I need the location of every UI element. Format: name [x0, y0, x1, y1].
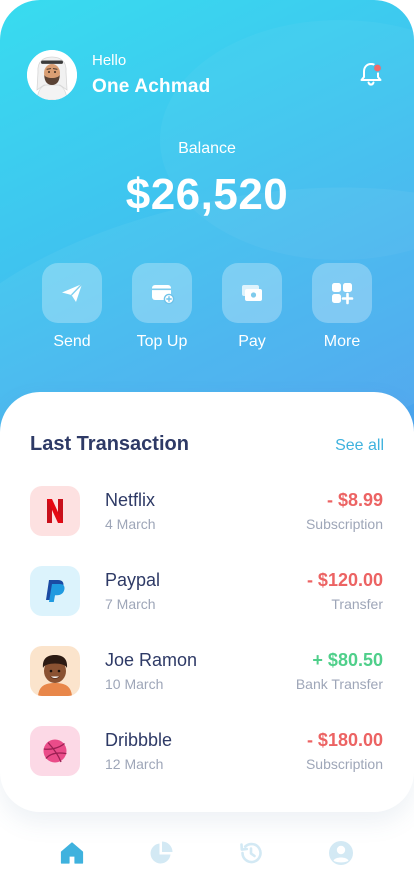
top-up-tile	[132, 263, 192, 323]
transactions-card: Last Transaction See all Netflix 4 March…	[0, 392, 414, 812]
bell-icon	[360, 63, 383, 86]
transaction-date: 7 March	[105, 596, 156, 612]
transaction-icon-box	[30, 566, 80, 616]
transaction-amount: - $180.00	[306, 730, 383, 750]
transaction-name: Paypal	[105, 570, 161, 590]
transaction-row-paypal[interactable]: Paypal 7 March - $120.00 Transfer	[0, 566, 414, 620]
top-up-label: Top Up	[136, 333, 188, 350]
more-tile	[312, 263, 372, 323]
grid-plus-icon	[332, 283, 354, 305]
more-button[interactable]: More	[312, 263, 372, 350]
transaction-date: 10 March	[105, 676, 164, 692]
transaction-type: Bank Transfer	[295, 676, 383, 692]
transaction-amount: + $80.50	[312, 650, 383, 670]
pay-tile	[222, 263, 282, 323]
cash-icon	[242, 285, 262, 301]
transaction-name: Joe Ramon	[105, 650, 198, 670]
nav-profile-button[interactable]	[326, 838, 356, 868]
pay-button[interactable]: Pay	[222, 263, 282, 350]
pie-chart-icon	[150, 841, 173, 864]
wallet-plus-icon	[152, 285, 175, 305]
pay-label: Pay	[238, 333, 266, 350]
transaction-icon-box	[30, 646, 80, 696]
transaction-amount: - $120.00	[306, 570, 383, 590]
see-all-link[interactable]: See all	[335, 437, 384, 455]
transaction-icon-box	[30, 726, 80, 776]
transaction-date: 12 March	[105, 756, 164, 772]
transaction-name: Dribbble	[105, 730, 173, 750]
transaction-row-dribbble[interactable]: Dribbble 12 March - $180.00 Subscription	[0, 726, 414, 780]
home-icon	[60, 842, 84, 864]
person-avatar-icon	[38, 655, 72, 696]
transaction-icon-box	[30, 486, 80, 536]
more-label: More	[323, 333, 361, 350]
transaction-amount: - $8.99	[326, 490, 383, 510]
netflix-logo-icon	[47, 499, 63, 523]
transaction-type: Subscription	[305, 516, 383, 532]
transaction-date: 4 March	[105, 516, 156, 532]
transaction-row-joe-ramon[interactable]: Joe Ramon 10 March + $80.50 Bank Transfe…	[0, 646, 414, 700]
balance-amount: $26,520	[125, 170, 289, 219]
send-label: Send	[53, 333, 91, 350]
app-screen: Hello One Achmad Balance $26,520 Send To…	[0, 0, 414, 896]
send-button[interactable]: Send	[42, 263, 102, 350]
balance-label: Balance	[178, 140, 236, 157]
profile-icon	[329, 841, 353, 865]
transaction-row-netflix[interactable]: Netflix 4 March - $8.99 Subscription	[0, 486, 414, 540]
transaction-type: Transfer	[331, 596, 383, 612]
transaction-name: Netflix	[105, 490, 156, 510]
notification-button[interactable]	[357, 60, 385, 88]
notification-dot	[372, 63, 383, 73]
transaction-type: Subscription	[305, 756, 383, 772]
greeting-text: Hello	[92, 52, 127, 69]
user-avatar[interactable]	[27, 50, 77, 100]
paper-plane-icon	[62, 283, 83, 302]
user-avatar-icon	[27, 50, 77, 100]
nav-history-button[interactable]	[236, 838, 266, 868]
top-up-button[interactable]: Top Up	[132, 263, 192, 350]
section-title: Last Transaction	[30, 433, 189, 455]
send-tile	[42, 263, 102, 323]
nav-stats-button[interactable]	[146, 838, 176, 868]
history-icon	[240, 842, 262, 864]
dribbble-logo-icon	[43, 739, 67, 763]
user-name: One Achmad	[92, 76, 211, 97]
paypal-logo-icon	[46, 580, 65, 602]
nav-home-button[interactable]	[57, 838, 87, 868]
